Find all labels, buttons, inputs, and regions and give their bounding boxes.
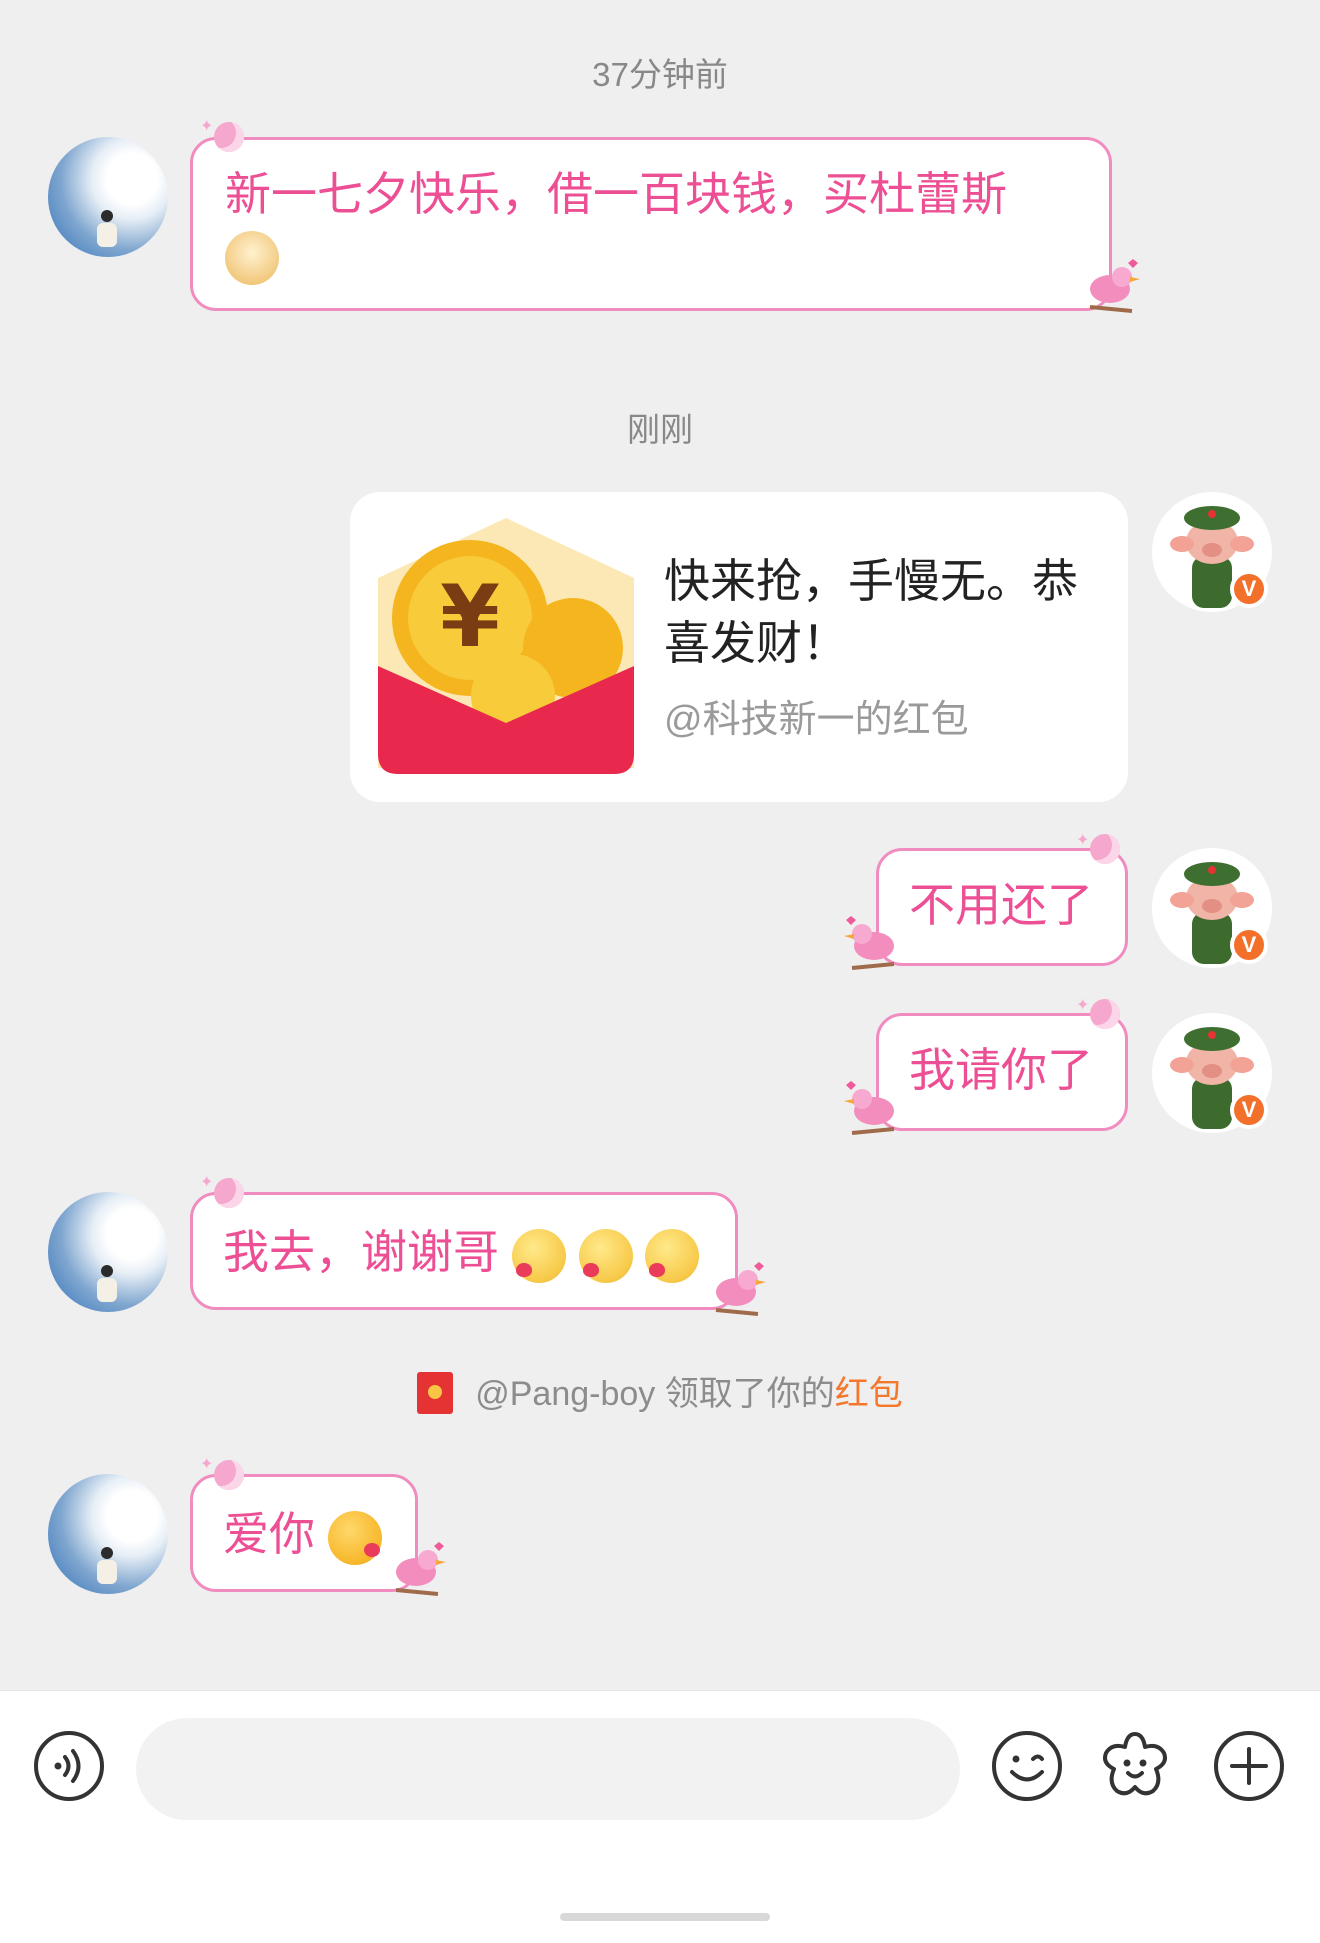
claim-user[interactable]: @Pang-boy xyxy=(475,1375,655,1413)
avatar-sender[interactable] xyxy=(48,1192,168,1312)
person-icon xyxy=(97,1265,117,1302)
shy-love-emoji xyxy=(578,1228,633,1283)
bird-icon xyxy=(844,916,895,970)
sparkle-icon: ✦ xyxy=(1076,832,1090,849)
message-input[interactable] xyxy=(136,1718,960,1820)
message-bubble[interactable]: 新一七夕快乐，借一百块钱，买杜蕾斯 xyxy=(190,137,1112,311)
bird-icon xyxy=(395,1542,446,1596)
moon-icon xyxy=(1090,834,1120,864)
home-indicator xyxy=(560,1913,770,1921)
moon-icon xyxy=(214,1460,244,1490)
moon-icon xyxy=(214,122,244,152)
message-text: 爱你 xyxy=(223,1508,315,1560)
verified-badge-icon: V xyxy=(1230,926,1268,964)
avatar-sender[interactable] xyxy=(48,1474,168,1594)
message-text: 不用还了 xyxy=(909,879,1093,931)
bird-icon xyxy=(844,1081,895,1135)
plus-icon[interactable] xyxy=(1212,1729,1286,1803)
claim-link[interactable]: 红包 xyxy=(835,1375,903,1413)
verified-badge-icon: V xyxy=(1230,570,1268,608)
sparkle-icon: ✦ xyxy=(200,118,214,135)
sparkle-icon: ✦ xyxy=(1076,997,1090,1014)
timestamp: 刚刚 xyxy=(627,411,693,448)
message-bubble[interactable]: 我去，谢谢哥 xyxy=(190,1192,738,1310)
bird-icon xyxy=(715,1262,766,1316)
message-text: 新一七夕快乐，借一百块钱，买杜蕾斯 xyxy=(225,168,1007,220)
message-text: 我去，谢谢哥 xyxy=(223,1226,499,1278)
message-bubble[interactable]: 爱你 xyxy=(190,1474,418,1592)
bird-icon xyxy=(1089,259,1140,313)
message-bubble[interactable]: 我请你了 xyxy=(876,1013,1128,1131)
claim-action: 领取了你的 xyxy=(664,1375,835,1413)
message-text: 我请你了 xyxy=(909,1044,1093,1096)
input-bar xyxy=(0,1690,1320,1943)
doge-emoji xyxy=(225,230,279,285)
red-packet-subtitle: @科技新一的红包 xyxy=(664,699,969,741)
red-packet-title: 快来抢，手慢无。恭喜发财！ xyxy=(664,555,1078,669)
person-icon xyxy=(97,210,117,247)
verified-badge-icon: V xyxy=(1230,1091,1268,1129)
sparkle-icon: ✦ xyxy=(200,1174,214,1191)
sparkle-icon: ✦ xyxy=(200,1456,214,1473)
shy-love-emoji xyxy=(645,1228,700,1283)
moon-icon xyxy=(214,1178,244,1208)
emoji-icon[interactable] xyxy=(990,1729,1064,1803)
timestamp: 37分钟前 xyxy=(592,56,728,93)
svg-text:¥: ¥ xyxy=(440,567,500,667)
shy-love-emoji xyxy=(511,1228,566,1283)
voice-icon[interactable] xyxy=(32,1729,106,1803)
red-packet-icon xyxy=(417,1372,454,1415)
moon-icon xyxy=(1090,999,1120,1029)
red-packet-card[interactable]: ¥ 快来抢，手慢无。恭喜发财！ @科技新一的红包 xyxy=(350,492,1128,802)
avatar-sender[interactable] xyxy=(48,137,168,257)
message-bubble[interactable]: 不用还了 xyxy=(876,848,1128,966)
red-packet-image: ¥ xyxy=(378,518,634,774)
person-icon xyxy=(97,1547,117,1584)
red-packet-claim-notice: @Pang-boy 领取了你的红包 xyxy=(0,1366,1320,1417)
kiss-emoji xyxy=(327,1510,382,1565)
sticker-icon[interactable] xyxy=(1098,1729,1172,1803)
